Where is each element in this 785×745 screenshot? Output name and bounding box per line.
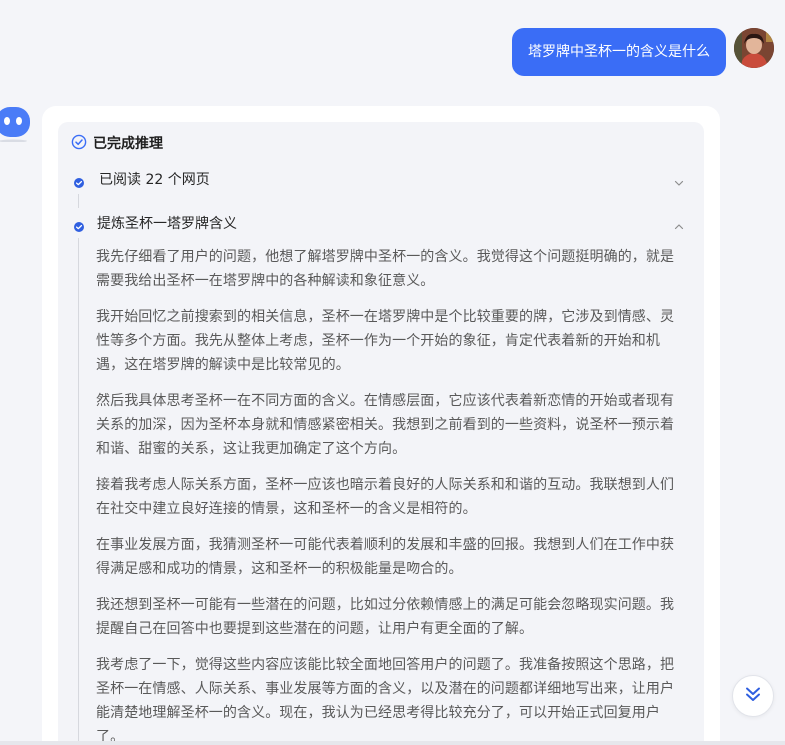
reasoning-paragraph: 然后我具体思考圣杯一在不同方面的含义。在情感层面，它应该代表着新恋情的开始或者现… [96,393,675,457]
chevron-down-icon[interactable] [673,174,685,186]
reasoning-paragraph: 我先仔细看了用户的问题，他想了解塔罗牌中圣杯一的含义。我觉得这个问题挺明确的，就… [96,249,675,289]
user-avatar[interactable] [734,28,774,68]
scroll-to-bottom-button[interactable] [732,675,774,717]
reasoning-paragraph: 我考虑了一下，觉得这些内容应该能比较全面地回答用户的问题了。我准备按照这个思路，… [96,657,675,745]
step-connector [78,194,79,208]
check-dot-icon [73,174,85,188]
input-area-edge [0,741,785,745]
reasoning-header[interactable]: 已完成推理 [71,134,163,154]
step-label: 提炼圣杯一塔罗牌含义 [97,216,237,232]
check-dot-icon [73,218,85,232]
user-message-row: 塔罗牌中圣杯一的含义是什么 [512,28,774,76]
chevron-up-icon[interactable] [673,218,685,230]
reasoning-paragraph: 接着我考虑人际关系方面，圣杯一应该也暗示着良好的人际关系和和谐的互动。我联想到人… [96,477,675,517]
reasoning-paragraph: 我开始回忆之前搜索到的相关信息，圣杯一在塔罗牌中是个比较重要的牌，它涉及到情感、… [96,309,675,373]
double-chevron-down-icon [743,684,763,708]
step-label: 已阅读 22 个网页 [99,172,210,188]
step-read-webpages[interactable]: 已阅读 22 个网页 [71,172,685,188]
assistant-answer-card: 已完成推理 已阅读 22 个网页 提炼圣杯一塔罗牌含义 我先仔细看了用户的问题，… [42,106,720,745]
step-connector [78,238,79,745]
reasoning-status-title: 已完成推理 [93,136,163,152]
reasoning-paragraph: 我还想到圣杯一可能有一些潜在的问题，比如过分依赖情感上的满足可能会忽略现实问题。… [96,597,675,637]
reasoning-paragraph: 在事业发展方面，我猜测圣杯一可能代表着顺利的发展和丰盛的回报。我想到人们在工作中… [96,537,675,577]
user-message-bubble: 塔罗牌中圣杯一的含义是什么 [512,28,726,76]
step-summarize-meaning[interactable]: 提炼圣杯一塔罗牌含义 [71,216,685,232]
check-circle-icon [71,134,87,154]
reasoning-content: 我先仔细看了用户的问题，他想了解塔罗牌中圣杯一的含义。我觉得这个问题挺明确的，就… [96,245,686,745]
bot-avatar-icon [0,104,32,143]
reasoning-panel: 已完成推理 已阅读 22 个网页 提炼圣杯一塔罗牌含义 我先仔细看了用户的问题，… [58,122,704,745]
